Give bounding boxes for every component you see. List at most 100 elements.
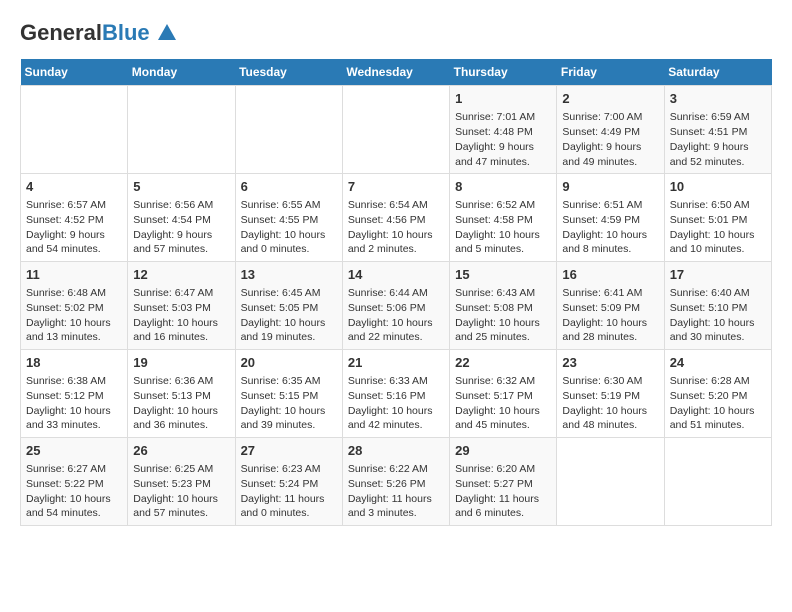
calendar-cell xyxy=(664,438,771,526)
calendar-cell: 4 Sunrise: 6:57 AM Sunset: 4:52 PM Daylig… xyxy=(21,174,128,262)
calendar-cell: 28Sunrise: 6:22 AM Sunset: 5:26 PM Dayli… xyxy=(342,438,449,526)
day-info: Sunrise: 6:50 AM Sunset: 5:01 PM Dayligh… xyxy=(670,198,766,257)
calendar-cell xyxy=(557,438,664,526)
calendar-cell: 5Sunrise: 6:56 AM Sunset: 4:54 PM Daylig… xyxy=(128,174,235,262)
calendar-cell: 8 Sunrise: 6:52 AM Sunset: 4:58 PM Daylig… xyxy=(450,174,557,262)
page-header: GeneralBlue xyxy=(20,20,772,49)
day-number: 16 xyxy=(562,266,658,284)
day-info: Sunrise: 6:41 AM Sunset: 5:09 PM Dayligh… xyxy=(562,286,658,345)
calendar-cell: 10 Sunrise: 6:50 AM Sunset: 5:01 PM Dayli… xyxy=(664,174,771,262)
day-info: Sunrise: 6:45 AM Sunset: 5:05 PM Dayligh… xyxy=(241,286,337,345)
day-number: 22 xyxy=(455,354,551,372)
day-number: 17 xyxy=(670,266,766,284)
day-number: 15 xyxy=(455,266,551,284)
header-row: SundayMondayTuesdayWednesdayThursdayFrid… xyxy=(21,59,772,86)
calendar-cell: 7 Sunrise: 6:54 AM Sunset: 4:56 PM Daylig… xyxy=(342,174,449,262)
day-number: 1 xyxy=(455,90,551,108)
weekday-header-tuesday: Tuesday xyxy=(235,59,342,86)
calendar-cell: 16 Sunrise: 6:41 AM Sunset: 5:09 PM Dayli… xyxy=(557,262,664,350)
day-number: 26 xyxy=(133,442,229,460)
calendar-cell: 6Sunrise: 6:55 AM Sunset: 4:55 PM Daylig… xyxy=(235,174,342,262)
calendar-cell: 23 Sunrise: 6:30 AM Sunset: 5:19 PM Dayli… xyxy=(557,350,664,438)
day-info: Sunrise: 6:36 AM Sunset: 5:13 PM Dayligh… xyxy=(133,374,229,433)
calendar-week-4: 18 Sunrise: 6:38 AM Sunset: 5:12 PM Dayli… xyxy=(21,350,772,438)
day-info: Sunrise: 6:57 AM Sunset: 4:52 PM Dayligh… xyxy=(26,198,122,257)
weekday-header-monday: Monday xyxy=(128,59,235,86)
day-number: 18 xyxy=(26,354,122,372)
day-info: Sunrise: 6:23 AM Sunset: 5:24 PM Dayligh… xyxy=(241,462,337,521)
calendar-cell: 25 Sunrise: 6:27 AM Sunset: 5:22 PM Dayli… xyxy=(21,438,128,526)
calendar-cell: 22 Sunrise: 6:32 AM Sunset: 5:17 PM Dayli… xyxy=(450,350,557,438)
calendar-cell: 29 Sunrise: 6:20 AM Sunset: 5:27 PM Dayli… xyxy=(450,438,557,526)
day-info: Sunrise: 6:47 AM Sunset: 5:03 PM Dayligh… xyxy=(133,286,229,345)
calendar-cell: 18 Sunrise: 6:38 AM Sunset: 5:12 PM Dayli… xyxy=(21,350,128,438)
calendar-cell: 27 Sunrise: 6:23 AM Sunset: 5:24 PM Dayli… xyxy=(235,438,342,526)
day-number: 13 xyxy=(241,266,337,284)
day-number: 9 xyxy=(562,178,658,196)
calendar-cell xyxy=(235,86,342,174)
weekday-header-friday: Friday xyxy=(557,59,664,86)
day-info: Sunrise: 6:38 AM Sunset: 5:12 PM Dayligh… xyxy=(26,374,122,433)
day-info: Sunrise: 6:35 AM Sunset: 5:15 PM Dayligh… xyxy=(241,374,337,433)
calendar-week-2: 4 Sunrise: 6:57 AM Sunset: 4:52 PM Daylig… xyxy=(21,174,772,262)
day-number: 3 xyxy=(670,90,766,108)
day-info: Sunrise: 6:43 AM Sunset: 5:08 PM Dayligh… xyxy=(455,286,551,345)
day-number: 12 xyxy=(133,266,229,284)
calendar-cell: 3 Sunrise: 6:59 AM Sunset: 4:51 PM Daylig… xyxy=(664,86,771,174)
weekday-header-wednesday: Wednesday xyxy=(342,59,449,86)
day-info: Sunrise: 6:51 AM Sunset: 4:59 PM Dayligh… xyxy=(562,198,658,257)
calendar-cell xyxy=(21,86,128,174)
day-info: Sunrise: 6:55 AM Sunset: 4:55 PM Dayligh… xyxy=(241,198,337,257)
day-number: 10 xyxy=(670,178,766,196)
day-info: Sunrise: 6:32 AM Sunset: 5:17 PM Dayligh… xyxy=(455,374,551,433)
day-info: Sunrise: 6:25 AM Sunset: 5:23 PM Dayligh… xyxy=(133,462,229,521)
day-number: 8 xyxy=(455,178,551,196)
calendar-cell: 19 Sunrise: 6:36 AM Sunset: 5:13 PM Dayli… xyxy=(128,350,235,438)
calendar-cell xyxy=(128,86,235,174)
day-number: 29 xyxy=(455,442,551,460)
calendar-cell xyxy=(342,86,449,174)
weekday-header-saturday: Saturday xyxy=(664,59,771,86)
calendar-week-3: 11Sunrise: 6:48 AM Sunset: 5:02 PM Dayli… xyxy=(21,262,772,350)
day-info: Sunrise: 6:44 AM Sunset: 5:06 PM Dayligh… xyxy=(348,286,444,345)
day-info: Sunrise: 7:01 AM Sunset: 4:48 PM Dayligh… xyxy=(455,110,551,169)
calendar-cell: 14 Sunrise: 6:44 AM Sunset: 5:06 PM Dayli… xyxy=(342,262,449,350)
day-info: Sunrise: 6:56 AM Sunset: 4:54 PM Dayligh… xyxy=(133,198,229,257)
day-info: Sunrise: 6:59 AM Sunset: 4:51 PM Dayligh… xyxy=(670,110,766,169)
day-number: 4 xyxy=(26,178,122,196)
day-info: Sunrise: 7:00 AM Sunset: 4:49 PM Dayligh… xyxy=(562,110,658,169)
calendar-cell: 26 Sunrise: 6:25 AM Sunset: 5:23 PM Dayli… xyxy=(128,438,235,526)
calendar-cell: 11Sunrise: 6:48 AM Sunset: 5:02 PM Dayli… xyxy=(21,262,128,350)
day-info: Sunrise: 6:30 AM Sunset: 5:19 PM Dayligh… xyxy=(562,374,658,433)
day-number: 28 xyxy=(348,442,444,460)
day-number: 19 xyxy=(133,354,229,372)
day-info: Sunrise: 6:40 AM Sunset: 5:10 PM Dayligh… xyxy=(670,286,766,345)
logo-icon xyxy=(156,22,178,49)
day-info: Sunrise: 6:54 AM Sunset: 4:56 PM Dayligh… xyxy=(348,198,444,257)
calendar-table: SundayMondayTuesdayWednesdayThursdayFrid… xyxy=(20,59,772,526)
day-info: Sunrise: 6:28 AM Sunset: 5:20 PM Dayligh… xyxy=(670,374,766,433)
calendar-week-1: 1 Sunrise: 7:01 AM Sunset: 4:48 PM Daylig… xyxy=(21,86,772,174)
calendar-cell: 9 Sunrise: 6:51 AM Sunset: 4:59 PM Daylig… xyxy=(557,174,664,262)
day-number: 20 xyxy=(241,354,337,372)
logo-blue-text: Blue xyxy=(102,20,150,45)
calendar-cell: 2Sunrise: 7:00 AM Sunset: 4:49 PM Daylig… xyxy=(557,86,664,174)
day-number: 23 xyxy=(562,354,658,372)
day-number: 14 xyxy=(348,266,444,284)
day-info: Sunrise: 6:27 AM Sunset: 5:22 PM Dayligh… xyxy=(26,462,122,521)
logo-text: GeneralBlue xyxy=(20,20,178,49)
calendar-cell: 15 Sunrise: 6:43 AM Sunset: 5:08 PM Dayli… xyxy=(450,262,557,350)
logo: GeneralBlue xyxy=(20,20,178,49)
day-info: Sunrise: 6:48 AM Sunset: 5:02 PM Dayligh… xyxy=(26,286,122,345)
day-info: Sunrise: 6:52 AM Sunset: 4:58 PM Dayligh… xyxy=(455,198,551,257)
day-info: Sunrise: 6:20 AM Sunset: 5:27 PM Dayligh… xyxy=(455,462,551,521)
day-number: 24 xyxy=(670,354,766,372)
day-number: 27 xyxy=(241,442,337,460)
calendar-cell: 13 Sunrise: 6:45 AM Sunset: 5:05 PM Dayli… xyxy=(235,262,342,350)
calendar-cell: 12 Sunrise: 6:47 AM Sunset: 5:03 PM Dayli… xyxy=(128,262,235,350)
calendar-cell: 21Sunrise: 6:33 AM Sunset: 5:16 PM Dayli… xyxy=(342,350,449,438)
day-number: 21 xyxy=(348,354,444,372)
day-number: 25 xyxy=(26,442,122,460)
day-number: 7 xyxy=(348,178,444,196)
weekday-header-thursday: Thursday xyxy=(450,59,557,86)
